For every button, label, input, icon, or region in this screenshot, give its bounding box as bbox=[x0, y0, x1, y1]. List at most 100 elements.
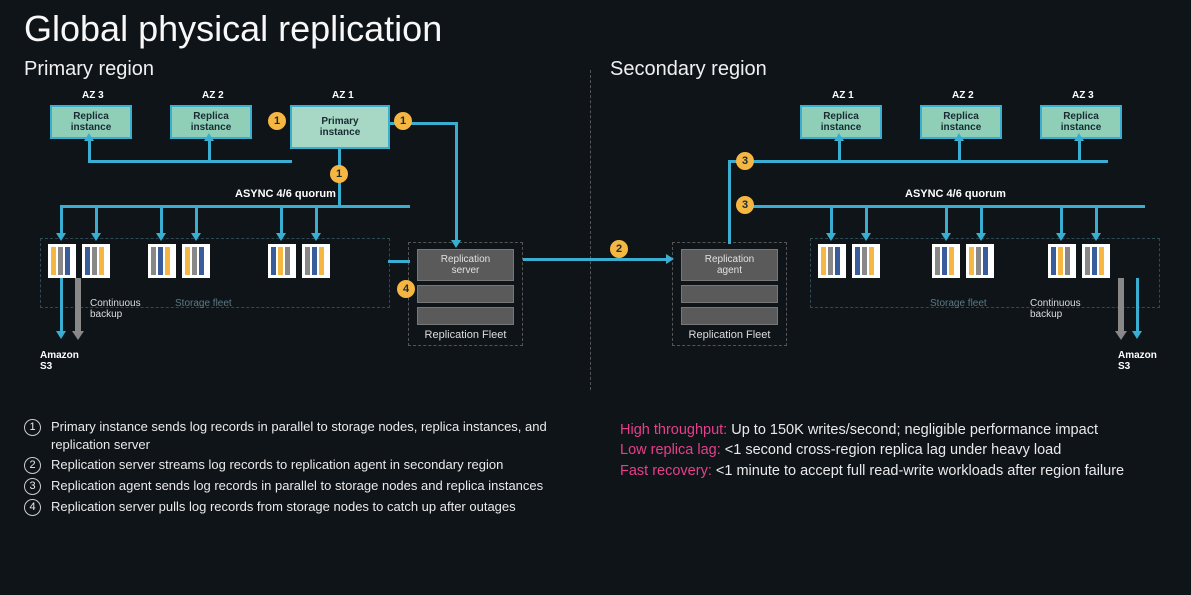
primary-async-label: ASYNC 4/6 quorum bbox=[235, 188, 336, 200]
p-s3-arrow-1 bbox=[60, 278, 63, 333]
primary-backup-label: Continuousbackup bbox=[90, 298, 141, 320]
step-badge-3a: 3 bbox=[736, 152, 754, 170]
region-divider bbox=[590, 70, 591, 390]
p-dh-5 bbox=[276, 233, 286, 241]
legend-row-1: 1 Primary instance sends log records in p… bbox=[24, 418, 584, 453]
benefit-3-label: Fast recovery: bbox=[620, 463, 712, 479]
s-dh-2 bbox=[861, 233, 871, 241]
benefit-1-text: Up to 150K writes/second; negligible per… bbox=[727, 422, 1098, 438]
agent-up-v bbox=[728, 160, 731, 244]
ah-cross-region bbox=[666, 254, 674, 264]
step-badge-1b: 1 bbox=[394, 112, 412, 130]
s-dh-5 bbox=[1056, 233, 1066, 241]
p-drop-6 bbox=[315, 205, 318, 235]
benefit-1-label: High throughput: bbox=[620, 422, 727, 438]
p-dh-4 bbox=[191, 233, 201, 241]
s-node-3 bbox=[932, 244, 960, 278]
secondary-repl-empty-1 bbox=[681, 285, 778, 303]
primary-repl-empty-2 bbox=[417, 307, 514, 325]
ah-replica3 bbox=[84, 133, 94, 141]
s-rep-v3 bbox=[1078, 139, 1081, 162]
benefit-2-label: Low replica lag: bbox=[620, 442, 721, 458]
primary-instance: Primaryinstance bbox=[290, 105, 390, 149]
p-s3-ah-2 bbox=[72, 331, 84, 340]
s-node-6 bbox=[1082, 244, 1110, 278]
primary-repl-fleet-label: Replication Fleet bbox=[417, 329, 514, 341]
arrow-primary-right-v bbox=[455, 122, 458, 242]
secondary-s3-label: AmazonS3 bbox=[1118, 350, 1157, 372]
s-drop-1 bbox=[830, 205, 833, 235]
primary-region-label: Primary region bbox=[24, 58, 154, 81]
arrow-fleet-to-repl bbox=[388, 260, 410, 263]
secondary-az3-label: AZ 3 bbox=[1072, 90, 1094, 101]
legend-text-3: Replication agent sends log records in p… bbox=[51, 477, 543, 495]
secondary-async-label: ASYNC 4/6 quorum bbox=[905, 188, 1006, 200]
s-dh-6 bbox=[1091, 233, 1101, 241]
s-dh-3 bbox=[941, 233, 951, 241]
legend-row-2: 2Replication server streams log records … bbox=[24, 456, 584, 474]
primary-replication-fleet: Replicationserver Replication Fleet bbox=[408, 242, 523, 346]
slide-title: Global physical replication bbox=[0, 0, 1191, 50]
p-dh-6 bbox=[311, 233, 321, 241]
step-badge-1c: 1 bbox=[330, 165, 348, 183]
p-dh-1 bbox=[56, 233, 66, 241]
primary-async-bus bbox=[60, 205, 410, 208]
step-badge-4: 4 bbox=[397, 280, 415, 298]
primary-az3-label: AZ 3 bbox=[82, 90, 104, 101]
step-badge-2: 2 bbox=[610, 240, 628, 258]
arrow-to-replica3-v bbox=[88, 139, 91, 162]
s-s3-arrow-b bbox=[1136, 278, 1139, 333]
p-node-2 bbox=[82, 244, 110, 278]
secondary-region-label: Secondary region bbox=[610, 58, 767, 81]
steps-legend: 1 Primary instance sends log records in p… bbox=[24, 418, 584, 519]
legend-row-4: 4Replication server pulls log records fr… bbox=[24, 498, 584, 516]
legend-row-3: 3 Replication agent sends log records in … bbox=[24, 477, 584, 495]
ah-primary-to-replserver bbox=[451, 240, 461, 248]
s-s3-ah-g bbox=[1115, 331, 1127, 340]
legend-text-4: Replication server pulls log records fro… bbox=[51, 498, 516, 516]
p-drop-2 bbox=[95, 205, 98, 235]
p-drop-3 bbox=[160, 205, 163, 235]
p-s3-ah-1 bbox=[56, 331, 66, 339]
s-node-4 bbox=[966, 244, 994, 278]
benefit-2: Low replica lag: <1 second cross-region … bbox=[620, 440, 1170, 460]
s-rep-ah2 bbox=[954, 133, 964, 141]
s-node-1 bbox=[818, 244, 846, 278]
legend-text-1: Primary instance sends log records in pa… bbox=[51, 418, 584, 453]
secondary-backup-label: Continuousbackup bbox=[1030, 298, 1081, 320]
p-dh-2 bbox=[91, 233, 101, 241]
arrow-primary-to-replicas-h bbox=[88, 160, 292, 163]
s-node-2 bbox=[852, 244, 880, 278]
s-rep-ah1 bbox=[834, 133, 844, 141]
s-dh-4 bbox=[976, 233, 986, 241]
s-rep-v2 bbox=[958, 139, 961, 162]
s-s3-arrow-g bbox=[1118, 278, 1124, 333]
s-drop-3 bbox=[945, 205, 948, 235]
replication-agent-box: Replicationagent bbox=[681, 249, 778, 281]
secondary-repl-fleet-label: Replication Fleet bbox=[681, 329, 778, 341]
secondary-az2-label: AZ 2 bbox=[952, 90, 974, 101]
primary-storage-fleet-label: Storage fleet bbox=[175, 298, 232, 309]
p-drop-1 bbox=[60, 205, 63, 235]
step-badge-3b: 3 bbox=[736, 196, 754, 214]
s-dh-1 bbox=[826, 233, 836, 241]
p-node-6 bbox=[302, 244, 330, 278]
s-node-5 bbox=[1048, 244, 1076, 278]
primary-repl-empty-1 bbox=[417, 285, 514, 303]
p-node-3 bbox=[148, 244, 176, 278]
arrow-cross-region bbox=[523, 258, 668, 261]
primary-s3-label: AmazonS3 bbox=[40, 350, 79, 372]
secondary-storage-fleet-label: Storage fleet bbox=[930, 298, 987, 309]
legend-text-2: Replication server streams log records t… bbox=[51, 456, 503, 474]
ah-replica2 bbox=[204, 133, 214, 141]
benefits-block: High throughput: Up to 150K writes/secon… bbox=[620, 420, 1170, 481]
p-dh-3 bbox=[156, 233, 166, 241]
legend-num-1: 1 bbox=[24, 419, 41, 436]
p-drop-5 bbox=[280, 205, 283, 235]
arrow-to-replica2-v bbox=[208, 139, 211, 162]
s-drop-5 bbox=[1060, 205, 1063, 235]
replication-server-box: Replicationserver bbox=[417, 249, 514, 281]
s-drop-6 bbox=[1095, 205, 1098, 235]
legend-num-3: 3 bbox=[24, 478, 41, 495]
secondary-repl-empty-2 bbox=[681, 307, 778, 325]
